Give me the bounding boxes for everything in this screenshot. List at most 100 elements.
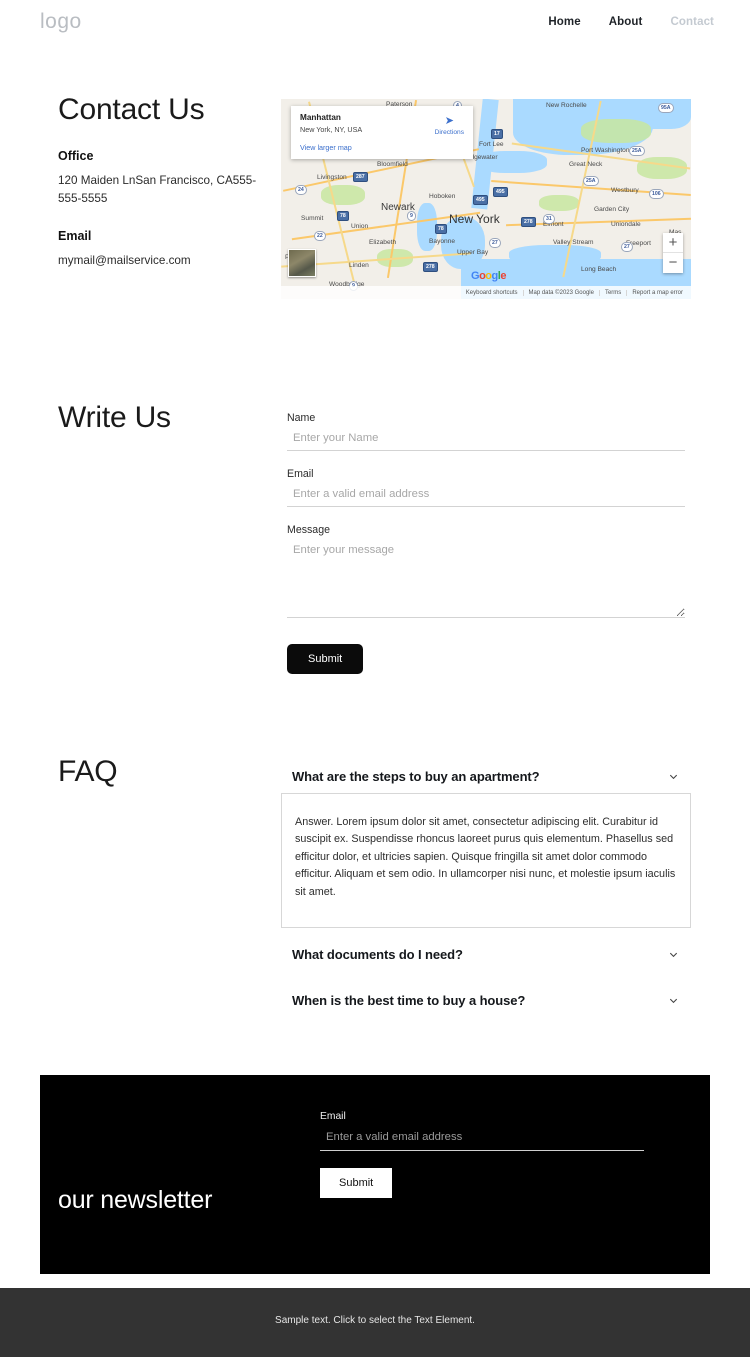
contact-title: Contact Us (58, 93, 205, 126)
email-field-group: Email (287, 464, 685, 507)
map-route-shield: 106 (649, 189, 664, 199)
map-label: Long Beach (581, 266, 617, 273)
main-nav: Home About Contact (548, 16, 714, 28)
nav-link-home[interactable]: Home (548, 16, 580, 28)
map-label: Port Washington (581, 147, 630, 154)
map-footer-report-error[interactable]: Report a map error (626, 289, 688, 296)
chevron-down-icon (669, 774, 678, 780)
map-label: Great Neck (569, 161, 603, 168)
newsletter-email-label: Email (320, 1111, 346, 1122)
map-label: Uniondale (611, 221, 641, 228)
write-us-title: Write Us (58, 401, 171, 434)
newsletter-submit-button[interactable]: Submit (320, 1168, 393, 1198)
faq-item-0-answer: Answer. Lorem ipsum dolor sit amet, cons… (281, 793, 691, 929)
faq-item-0-question: What are the steps to buy an apartment? (292, 769, 540, 784)
map-route-shield: 17 (491, 129, 503, 139)
faq-item-0-header[interactable]: What are the steps to buy an apartment? (281, 760, 691, 793)
faq-item-1-question: What documents do I need? (292, 947, 463, 963)
map-park-4 (539, 195, 579, 211)
map-route-shield: 22 (314, 231, 326, 241)
faq-item-2-header[interactable]: When is the best time to buy a house? (281, 984, 691, 1017)
newsletter-section: our newsletter Email Submit (40, 1075, 710, 1274)
map-route-shield: 24 (295, 185, 307, 195)
chevron-down-icon (669, 999, 678, 1004)
map-label: Hoboken (429, 193, 456, 200)
email-value: mymail@mailservice.com (58, 253, 191, 267)
map-route-shield: 95A (658, 103, 674, 113)
map-water-jamaicabay (509, 245, 601, 265)
office-label: Office (58, 149, 94, 163)
map-route-shield: 78 (337, 211, 349, 221)
map-footer: Keyboard shortcuts Map data ©2023 Google… (281, 286, 691, 299)
map-label: Livingston (317, 174, 347, 181)
nav-link-about[interactable]: About (609, 16, 643, 28)
site-header: logo Home About Contact (0, 0, 750, 47)
directions-icon: ➤ (444, 115, 454, 127)
map-label: Upper Bay (457, 249, 489, 256)
map-label: Garden City (594, 206, 630, 213)
write-us-heading-wrap: Write Us (58, 400, 171, 436)
map-route-shield: 278 (521, 217, 536, 227)
message-label: Message (287, 524, 330, 536)
contact-submit-button[interactable]: Submit (287, 644, 364, 674)
map-footer-map-data: Map data ©2023 Google (522, 289, 599, 296)
newsletter-title: our newsletter (58, 1186, 213, 1214)
google-logo: Google (471, 270, 506, 282)
map-zoom-controls[interactable]: + − (663, 233, 683, 273)
map-label: Union (351, 223, 369, 230)
faq-heading-wrap: FAQ (58, 754, 118, 790)
contact-form: Name Email Message Submit (287, 408, 685, 674)
map-label: Elizabeth (369, 239, 397, 246)
view-larger-map-link[interactable]: View larger map (300, 143, 464, 152)
nav-link-contact[interactable]: Contact (670, 16, 714, 28)
directions-label: Directions (434, 129, 464, 136)
map-route-shield: 495 (473, 195, 488, 205)
faq-item-1-header[interactable]: What documents do I need? (281, 938, 691, 971)
email-label: Email (58, 228, 92, 243)
street-view-thumbnail[interactable] (288, 249, 316, 277)
map-route-shield: 287 (353, 172, 368, 182)
zoom-in-button[interactable]: + (663, 233, 683, 253)
map-label: Bayonne (429, 238, 456, 245)
site-footer: Sample text. Click to select the Text El… (0, 1288, 750, 1357)
map-info-card[interactable]: Manhattan New York, NY, USA View larger … (291, 106, 473, 159)
map-label: New Rochelle (546, 102, 587, 109)
name-label: Name (287, 412, 316, 424)
chevron-down-icon (669, 953, 678, 958)
map-route-shield: 25A (583, 176, 599, 186)
newsletter-form: Email Submit (320, 1111, 644, 1198)
name-field-group: Name (287, 408, 685, 451)
logo[interactable]: logo (40, 10, 82, 34)
faq-item-2-question: When is the best time to buy a house? (292, 993, 526, 1009)
page-root: logo Home About Contact Contact Us Offic… (0, 0, 750, 1357)
map-label: New York (449, 212, 500, 226)
name-input[interactable] (287, 426, 685, 451)
directions-button[interactable]: ➤ Directions (435, 115, 464, 136)
map-route-shield: 78 (435, 224, 447, 234)
map-footer-terms[interactable]: Terms (598, 289, 626, 296)
map-footer-keyboard-shortcuts[interactable]: Keyboard shortcuts (461, 290, 523, 296)
map-label: Fort Lee (479, 141, 504, 148)
email-label: Email (287, 468, 314, 480)
map-route-shield: 27 (621, 242, 633, 252)
footer-sample-text[interactable]: Sample text. Click to select the Text El… (275, 1315, 475, 1326)
office-value: 120 Maiden LnSan Francisco, CA555-555-55… (58, 174, 257, 205)
faq-title: FAQ (58, 755, 118, 788)
email-input[interactable] (287, 482, 685, 507)
map-label: Westbury (611, 187, 639, 194)
map-label: Valley Stream (553, 239, 594, 246)
map-route-shield: 9 (407, 211, 416, 221)
message-textarea[interactable] (287, 538, 685, 618)
message-field-group: Message (287, 520, 685, 618)
map-label: Summit (301, 215, 324, 222)
google-map[interactable]: Paterson New Rochelle Bloomfield Livingston… (281, 99, 691, 299)
map-route-shield: 31 (543, 214, 555, 224)
map-route-shield: 27 (489, 238, 501, 248)
faq-list: What are the steps to buy an apartment? … (281, 760, 691, 1017)
map-route-shield: 25A (629, 146, 645, 156)
contact-info: Contact Us Office 120 Maiden LnSan Franc… (58, 92, 268, 269)
map-label: Linden (349, 262, 369, 269)
newsletter-email-input[interactable] (320, 1124, 644, 1151)
map-route-shield: 495 (493, 187, 508, 197)
zoom-out-button[interactable]: − (663, 253, 683, 273)
